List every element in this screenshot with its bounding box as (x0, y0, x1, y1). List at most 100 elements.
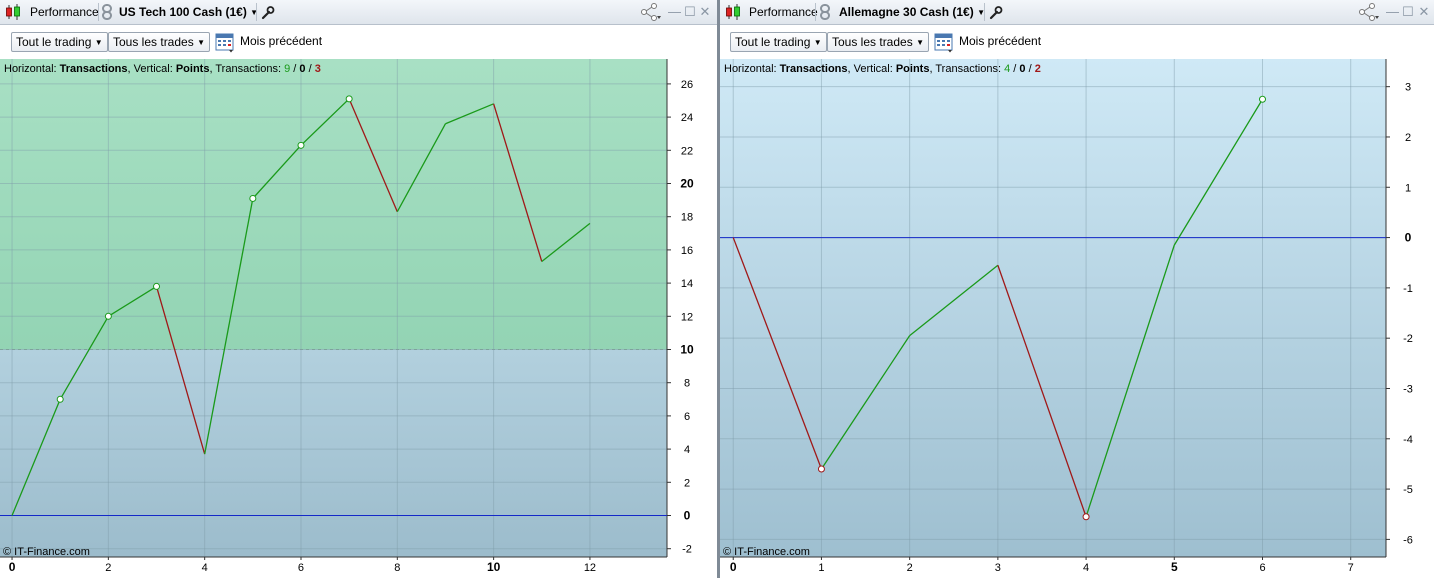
y-tick-label: 12 (681, 311, 693, 323)
chart-background (720, 59, 1386, 557)
chevron-down-icon: ▼ (197, 38, 205, 47)
info-losses: 3 (315, 63, 321, 75)
period-label: Mois précédent (959, 34, 1042, 48)
data-point-marker (56, 395, 64, 403)
instrument-selector[interactable]: US Tech 100 Cash (1€) ▼ (119, 0, 258, 24)
minimize-icon[interactable]: — (668, 0, 681, 24)
x-tick-label: 0 (9, 560, 16, 574)
data-point-marker (345, 95, 353, 103)
close-icon[interactable]: ✕ (699, 0, 711, 24)
x-tick-label: 4 (1083, 562, 1089, 574)
x-tick-label: 3 (995, 562, 1001, 574)
trading-filter-dropdown[interactable]: Tout le trading ▼ (11, 32, 108, 52)
trades-filter-value: Tous les trades (832, 35, 913, 49)
period-label: Mois précédent (240, 34, 323, 48)
performance-chart: -2024681012141618202224260 2 4 6 8 10 12Horizo… (0, 59, 717, 578)
info-vertical-value: Points (896, 63, 930, 75)
x-tick-label: 0 (730, 560, 737, 574)
chart-info-line: Horizontal: Transactions, Vertical: Poin… (4, 63, 321, 75)
y-tick-label: 24 (681, 112, 693, 124)
candlestick-icon (724, 0, 742, 24)
share-icon[interactable] (640, 0, 662, 24)
maximize-icon[interactable]: ☐ (1402, 0, 1414, 24)
x-tick-label: 7 (1348, 562, 1354, 574)
filter-toolbar: Tout le trading ▼ Tous les trades ▼ Mois… (0, 25, 717, 59)
data-point-marker (104, 312, 112, 320)
chart-info-line: Horizontal: Transactions, Vertical: Poin… (724, 63, 1041, 75)
x-tick-label: 10 (487, 560, 501, 574)
info-transactions-label: Transactions: (935, 63, 1001, 75)
x-tick-label: 4 (202, 562, 208, 574)
chevron-down-icon: ▼ (916, 38, 924, 47)
profit-zone-background (0, 59, 667, 350)
y-tick-label: 10 (680, 343, 694, 357)
trading-filter-value: Tout le trading (16, 35, 92, 49)
chart-background (0, 349, 667, 557)
link-icon[interactable] (819, 0, 831, 24)
y-tick-label: 6 (684, 411, 690, 423)
performance-chart: -6 -5 -4 -3 -2 -1 0 1 2 3 0 1 2 3 4 5 6 7 Horizontal: Tran… (720, 59, 1434, 578)
y-tick-label: 3 (1405, 82, 1411, 94)
info-vertical-label: Vertical: (134, 63, 173, 75)
data-point-marker (297, 141, 305, 149)
x-tick-label: 8 (394, 562, 400, 574)
info-losses: 2 (1035, 63, 1041, 75)
info-horizontal-label: Horizontal: (724, 63, 777, 75)
calendar-icon[interactable] (934, 31, 954, 56)
data-point-marker (249, 194, 257, 202)
y-tick-label: 20 (680, 177, 694, 191)
panel-title: Performance (749, 5, 818, 19)
trading-filter-dropdown[interactable]: Tout le trading ▼ (730, 32, 827, 52)
chevron-down-icon: ▼ (94, 38, 103, 47)
y-tick-label: 2 (684, 477, 690, 489)
data-point-marker (1082, 513, 1090, 521)
candlestick-icon (4, 0, 22, 24)
info-horizontal-label: Horizontal: (4, 63, 57, 75)
x-tick-label: 12 (584, 562, 596, 574)
instrument-selector[interactable]: Allemagne 30 Cash (1€) ▼ (839, 0, 985, 24)
y-tick-label: 2 (1405, 132, 1411, 144)
trading-filter-value: Tout le trading (735, 35, 811, 49)
wrench-icon[interactable] (261, 0, 275, 24)
maximize-icon[interactable]: ☐ (684, 0, 696, 24)
x-tick-label: 2 (907, 562, 913, 574)
wrench-icon[interactable] (989, 0, 1003, 24)
minimize-icon[interactable]: — (1386, 0, 1399, 24)
info-transactions-label: Transactions: (215, 63, 281, 75)
y-tick-label: -6 (1403, 534, 1413, 546)
trades-filter-dropdown[interactable]: Tous les trades ▼ (108, 32, 210, 52)
share-icon[interactable] (1358, 0, 1380, 24)
info-vertical-value: Points (176, 63, 210, 75)
panel-titlebar: Performance US Tech 100 Cash (1€) ▼ — ☐ … (0, 0, 717, 25)
trades-filter-dropdown[interactable]: Tous les trades ▼ (827, 32, 929, 52)
y-tick-label: -3 (1403, 383, 1413, 395)
divider (256, 3, 257, 21)
data-point-marker (1259, 95, 1267, 103)
performance-panel-left: Performance US Tech 100 Cash (1€) ▼ — ☐ … (0, 0, 717, 578)
y-tick-label: 4 (684, 444, 690, 456)
y-tick-label: -1 (1403, 283, 1413, 295)
info-vertical-label: Vertical: (854, 63, 893, 75)
x-tick-label: 6 (1259, 562, 1265, 574)
data-point-marker (817, 465, 825, 473)
close-icon[interactable]: ✕ (1418, 0, 1430, 24)
calendar-icon[interactable] (215, 31, 235, 56)
y-tick-label: -2 (682, 544, 692, 556)
y-tick-label: 0 (1405, 231, 1412, 245)
y-tick-label: -4 (1403, 434, 1413, 446)
y-tick-label: 1 (1405, 182, 1411, 194)
y-tick-label: 22 (681, 145, 693, 157)
info-horizontal-value: Transactions (60, 63, 128, 75)
performance-panel-right: Performance Allemagne 30 Cash (1€) ▼ — ☐… (720, 0, 1434, 578)
divider (984, 3, 985, 21)
chevron-down-icon: ▼ (813, 38, 822, 47)
y-tick-label: 8 (684, 378, 690, 390)
panel-titlebar: Performance Allemagne 30 Cash (1€) ▼ — ☐… (720, 0, 1434, 25)
x-tick-label: 6 (298, 562, 304, 574)
y-tick-label: -5 (1403, 484, 1413, 496)
link-icon[interactable] (101, 0, 113, 24)
divider (815, 3, 816, 21)
y-tick-label: 14 (681, 278, 693, 290)
x-axis-area (720, 557, 1434, 578)
trades-filter-value: Tous les trades (113, 35, 194, 49)
